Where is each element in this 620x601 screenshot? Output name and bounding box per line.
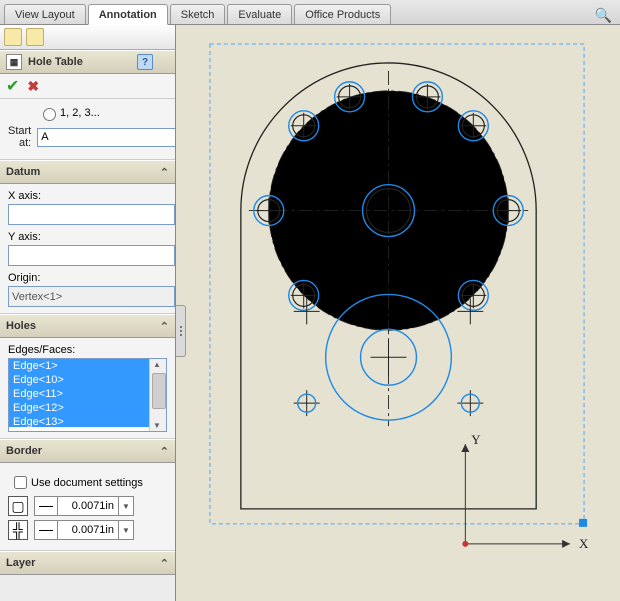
layer-title: Layer [6, 557, 35, 569]
edges-listbox[interactable]: Edge<1> Edge<10> Edge<11> Edge<12> Edge<… [8, 358, 167, 432]
ok-button[interactable]: ✔ [6, 76, 19, 96]
x-axis-label: X axis: [8, 190, 167, 202]
outer-border-thickness[interactable]: 0.0071in ▼ [34, 496, 134, 516]
holes-body: Edges/Faces: Edge<1> Edge<10> Edge<11> E… [0, 338, 175, 439]
numbering-radio[interactable] [43, 108, 56, 121]
holes-title: Holes [6, 320, 36, 332]
outer-border-value: 0.0071in [58, 500, 118, 512]
list-item[interactable]: Edge<1> [9, 359, 166, 373]
chevron-down-icon: ▼ [118, 521, 133, 539]
datum-title: Datum [6, 166, 40, 178]
collapse-icon: ⌃ [160, 320, 169, 333]
chevron-down-icon: ▼ [118, 497, 133, 515]
fm-icon-2[interactable] [26, 28, 44, 46]
panel-title-bar: ▦ Hole Table ? [0, 50, 175, 74]
numbering-radio-label: 1, 2, 3... [60, 107, 100, 119]
drawing-canvas[interactable]: X Y [176, 25, 620, 601]
zoom-icon[interactable]: 🔍 [595, 7, 612, 24]
layer-header[interactable]: Layer ⌃ [0, 551, 175, 575]
panel-title: Hole Table [28, 56, 83, 68]
border-header[interactable]: Border ⌃ [0, 439, 175, 463]
tab-view-layout[interactable]: View Layout [4, 4, 86, 24]
list-item[interactable]: Edge<11> [9, 387, 166, 401]
numbering-section: 1, 2, 3... Start at: [0, 99, 175, 160]
origin-input[interactable] [8, 286, 175, 307]
x-axis-label: X [579, 536, 589, 551]
confirm-row: ✔ ✖ [0, 74, 175, 99]
x-axis-input[interactable] [8, 204, 175, 225]
y-axis-label: Y axis: [8, 231, 167, 243]
tab-bar: View Layout Annotation Sketch Evaluate O… [0, 0, 620, 25]
feature-manager-toolstrip [0, 25, 175, 50]
collapse-icon: ⌃ [160, 166, 169, 179]
border-body: Use document settings ▢ 0.0071in ▼ ╬ 0.0… [0, 463, 175, 551]
tab-annotation[interactable]: Annotation [88, 4, 168, 25]
y-axis-label: Y [471, 432, 481, 447]
list-item[interactable]: Edge<10> [9, 373, 166, 387]
list-scrollbar[interactable] [149, 359, 166, 431]
origin-label: Origin: [8, 272, 167, 284]
property-manager-panel: ▦ Hole Table ? ✔ ✖ 1, 2, 3... Start at: … [0, 25, 176, 601]
axis-triad: X Y [461, 432, 589, 551]
start-at-input[interactable] [37, 128, 176, 147]
use-doc-label: Use document settings [31, 477, 143, 489]
numbering-option[interactable]: 1, 2, 3... [38, 105, 167, 121]
datum-header[interactable]: Datum ⌃ [0, 160, 175, 184]
drawing-view: X Y [176, 25, 620, 600]
tab-sketch[interactable]: Sketch [170, 4, 226, 24]
cancel-button[interactable]: ✖ [27, 78, 39, 95]
datum-body: X axis: Y axis: Origin: [0, 184, 175, 314]
use-doc-checkbox[interactable] [14, 476, 27, 489]
use-doc-settings[interactable]: Use document settings [10, 473, 167, 492]
tab-evaluate[interactable]: Evaluate [227, 4, 292, 24]
list-item[interactable]: Edge<13> [9, 415, 166, 427]
collapse-icon: ⌃ [160, 445, 169, 458]
inner-border-thickness[interactable]: 0.0071in ▼ [34, 520, 134, 540]
inner-border-value: 0.0071in [58, 524, 118, 536]
hole-table-icon: ▦ [6, 54, 22, 70]
scrollbar-thumb[interactable] [152, 373, 166, 409]
border-title: Border [6, 445, 42, 457]
collapse-icon: ⌃ [160, 557, 169, 570]
y-axis-input[interactable] [8, 245, 175, 266]
tab-office-products[interactable]: Office Products [294, 4, 391, 24]
help-button[interactable]: ? [137, 54, 153, 70]
holes-header[interactable]: Holes ⌃ [0, 314, 175, 338]
edges-faces-label: Edges/Faces: [8, 344, 167, 356]
start-at-label: Start at: [8, 125, 37, 149]
list-item[interactable]: Edge<12> [9, 401, 166, 415]
fm-icon-1[interactable] [4, 28, 22, 46]
inner-border-icon[interactable]: ╬ [8, 520, 28, 540]
outer-border-icon[interactable]: ▢ [8, 496, 28, 516]
